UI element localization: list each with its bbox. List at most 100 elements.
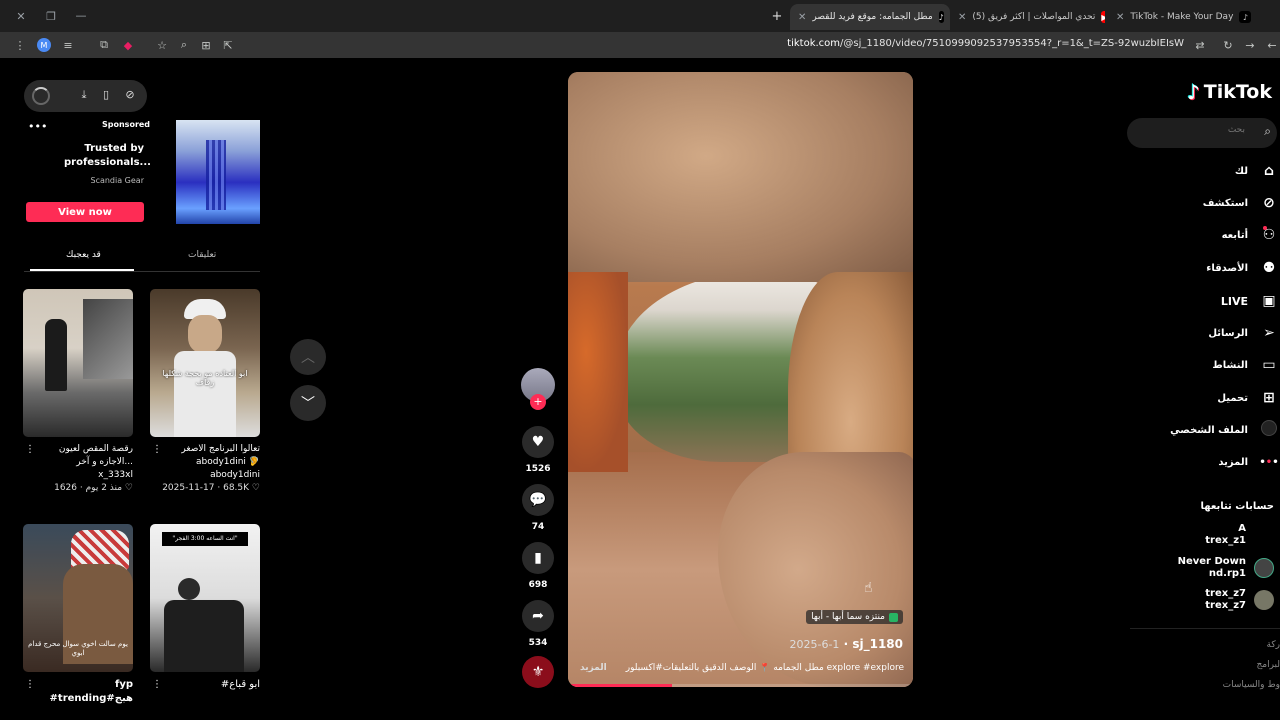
menu-kebab-icon[interactable]: ⋮ — [10, 35, 30, 55]
nav-more[interactable]: المزيد ••• — [1218, 449, 1280, 475]
device-icon[interactable]: ▯ — [98, 88, 114, 104]
thumbnail-overlay-text: "انت الساعه 3:00 الفجر" — [162, 532, 248, 546]
next-video-button[interactable]: ﹀ — [290, 385, 326, 421]
search-bar[interactable]: ⌕ — [1127, 118, 1277, 148]
follow-plus-icon[interactable]: + — [530, 394, 546, 410]
video-likes: 1626 — [54, 483, 78, 493]
comment-action[interactable]: 💬 74 — [520, 484, 556, 532]
video-author[interactable]: abody1dini — [150, 469, 260, 481]
search-icon[interactable]: ⌕ — [1264, 124, 1271, 139]
minimize-window-icon[interactable]: — — [66, 9, 96, 22]
music-disc[interactable]: ⚜ — [520, 656, 556, 688]
extension-shield-icon[interactable]: ◆ — [118, 35, 138, 55]
more-options-icon[interactable]: ⋮ — [25, 678, 35, 691]
nav-explore[interactable]: استكشف ⊘ — [1203, 190, 1280, 216]
profile-avatar[interactable]: M — [34, 35, 54, 55]
nav-friends[interactable]: الأصدقاء ⚉ — [1206, 255, 1280, 281]
video-player[interactable]: منتزه سما أبها - أبها 2025-6-1 · sj_1180… — [568, 72, 913, 687]
video-thumbnail[interactable]: ابو العتاده مو بحجة شكلها زفاف — [150, 289, 260, 437]
creator-avatar[interactable]: + — [520, 368, 556, 410]
tiktok-logo[interactable]: ♪ TikTok — [1187, 80, 1272, 104]
close-window-icon[interactable]: ✕ — [6, 10, 36, 23]
view-now-button[interactable]: View now — [26, 202, 144, 222]
nav-activity[interactable]: النشاط ▭ — [1212, 352, 1280, 378]
sponsored-label: Sponsored — [102, 120, 151, 129]
tiktok-favicon-icon: ♪ — [1239, 11, 1252, 23]
tab-you-may-like[interactable]: قد يعجبك — [66, 250, 101, 260]
sponsored-card[interactable]: ••• Sponsored Trusted by professionals..… — [24, 118, 260, 228]
share-action[interactable]: ➦ 534 — [520, 600, 556, 648]
new-tab-icon[interactable]: + — [762, 9, 792, 24]
nav-label: الملف الشخصي — [1170, 424, 1248, 436]
video-author[interactable]: x_333xl — [23, 469, 133, 481]
following-account[interactable]: trex_z7 trex_z7 — [1205, 588, 1246, 612]
footer-link[interactable]: لبرامج — [1256, 660, 1280, 670]
video-card[interactable]: ⋮ رقصة المقص لعيون الاجازه و آخر... x_333… — [23, 289, 133, 495]
comment-icon[interactable]: 💬 — [522, 484, 554, 516]
bookmark-icon[interactable]: ▮ — [522, 542, 554, 574]
more-options-icon[interactable]: ••• — [28, 120, 47, 133]
music-disc-icon[interactable]: ⚜ — [522, 656, 554, 688]
forward-icon[interactable]: → — [1240, 35, 1260, 55]
more-options-icon[interactable]: ⋮ — [152, 443, 162, 456]
home-icon: ⌂ — [1263, 163, 1275, 179]
nav-messages[interactable]: الرسائل ➢ — [1208, 320, 1280, 346]
extensions-icon[interactable]: ⧉ — [94, 35, 114, 55]
youtube-favicon-icon: ▶ — [1101, 11, 1105, 23]
compass-icon[interactable]: ⊘ — [122, 88, 138, 104]
video-card[interactable]: ابو العتاده مو بحجة شكلها زفاف ⋮ تعالوا ا… — [150, 289, 260, 495]
description-text: مطل الجمامه 📍 الوصف الدقيق بالتعليقات#اك… — [625, 663, 904, 673]
footer-link[interactable]: وط والسياسات — [1223, 680, 1280, 690]
reading-list-icon[interactable]: ≡ — [58, 35, 78, 55]
following-account[interactable]: Never Down nd.rp1 — [1178, 556, 1246, 580]
download-icon[interactable]: ⤓ — [76, 88, 92, 104]
avatar[interactable] — [1254, 558, 1274, 578]
more-link[interactable]: المزيد — [580, 663, 607, 673]
previous-video-button[interactable]: ︿ — [290, 339, 326, 375]
close-tab-icon[interactable]: ✕ — [1116, 12, 1124, 23]
avatar[interactable] — [1254, 590, 1274, 610]
reload-icon[interactable]: ↻ — [1218, 35, 1238, 55]
post-author[interactable]: sj_1180 — [852, 637, 903, 651]
like-action[interactable]: ♥ 1526 — [520, 426, 556, 474]
heart-icon[interactable]: ♥ — [522, 426, 554, 458]
video-card[interactable]: "انت الساعه 3:00 الفجر" ⋮ #ابو قباع — [150, 524, 260, 692]
share-icon[interactable]: ➦ — [522, 600, 554, 632]
zoom-icon[interactable]: ⌕ — [174, 35, 194, 55]
following-account[interactable]: Atrex_z1 — [1205, 523, 1246, 547]
save-action[interactable]: ▮ 698 — [520, 542, 556, 590]
tab-youtube[interactable]: ✕ (5) تحدي المواصلات | اكثر فريق ▶ — [950, 4, 1105, 30]
more-options-icon[interactable]: ⋮ — [25, 443, 35, 456]
nav-following[interactable]: أتابعه ⚇ — [1222, 222, 1280, 248]
video-meta: 2025-11-17 · 68.5K ♡ — [162, 483, 260, 493]
video-card[interactable]: يوم سالت اخوي سوال محرج قدام ابوي ⋮ fyp #… — [23, 524, 133, 706]
more-options-icon[interactable]: ⋮ — [152, 678, 162, 691]
tab-comments[interactable]: تعليقات — [188, 250, 216, 260]
footer-link[interactable]: ركة — [1267, 640, 1280, 650]
nav-profile[interactable]: الملف الشخصي — [1170, 417, 1280, 443]
location-chip[interactable]: منتزه سما أبها - أبها — [806, 610, 903, 624]
tab-tiktok[interactable]: ✕ TikTok - Make Your Day ♪ — [1108, 4, 1268, 30]
video-thumbnail[interactable] — [23, 289, 133, 437]
nav-live[interactable]: LIVE ▣ — [1221, 288, 1280, 314]
video-thumbnail[interactable]: يوم سالت اخوي سوال محرج قدام ابوي — [23, 524, 133, 672]
search-input[interactable] — [1137, 125, 1245, 135]
translate-icon[interactable]: ⊞ — [196, 35, 216, 55]
restore-window-icon[interactable]: ❐ — [36, 10, 66, 23]
nav-upload[interactable]: تحميل ⊞ — [1217, 385, 1280, 411]
video-progress-bar[interactable] — [568, 684, 913, 687]
bookmark-star-icon[interactable]: ☆ — [152, 35, 172, 55]
comment-count: 74 — [531, 522, 545, 532]
nav-for-you[interactable]: لك ⌂ — [1235, 158, 1280, 184]
address-bar[interactable]: tiktok.com/@sj_1180/video/75109990925379… — [787, 38, 1184, 49]
sponsored-image[interactable] — [176, 120, 260, 224]
following-accounts-header: حسابات تتابعها — [1200, 501, 1274, 512]
friends-icon: ⚉ — [1262, 260, 1276, 276]
video-thumbnail[interactable]: "انت الساعه 3:00 الفجر" — [150, 524, 260, 672]
close-tab-icon[interactable]: ✕ — [958, 12, 966, 23]
tab-jamama[interactable]: ✕ مطل الجمامه: موقع فريد للقصر ♪ — [790, 4, 950, 30]
back-icon[interactable]: ← — [1262, 35, 1280, 55]
install-app-icon[interactable]: ⇱ — [218, 35, 238, 55]
close-tab-icon[interactable]: ✕ — [798, 12, 806, 23]
site-settings-icon[interactable]: ⇄ — [1190, 35, 1210, 55]
